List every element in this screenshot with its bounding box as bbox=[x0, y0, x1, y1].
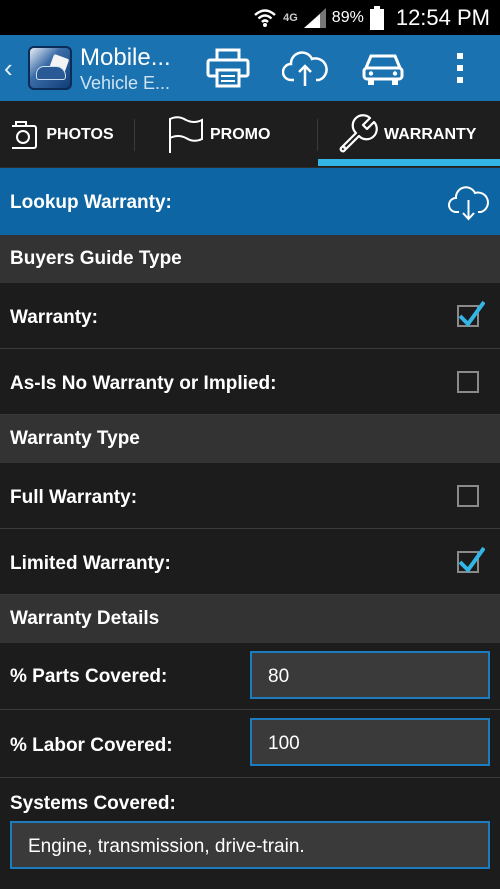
status-bar: 4G 89% 12:54 PM bbox=[0, 0, 500, 35]
parts-covered-value: 80 bbox=[268, 666, 290, 687]
overflow-menu-icon bbox=[457, 53, 463, 83]
print-icon bbox=[206, 48, 250, 88]
flag-icon bbox=[169, 115, 203, 153]
lookup-warranty-bar[interactable]: Lookup Warranty: bbox=[0, 168, 500, 235]
selected-tab-indicator bbox=[318, 159, 500, 166]
print-button[interactable] bbox=[200, 43, 256, 93]
labor-covered-label: % Labor Covered: bbox=[10, 735, 173, 756]
section-header-warranty-details: Warranty Details bbox=[0, 595, 500, 643]
parts-covered-input[interactable]: 80 bbox=[250, 651, 490, 699]
signal-icon bbox=[303, 7, 326, 28]
systems-covered-value: Engine, transmission, drive-train. bbox=[28, 836, 305, 857]
network-type: 4G bbox=[283, 11, 298, 24]
section-header-warranty-type: Warranty Type bbox=[0, 415, 500, 463]
section-header-buyers-guide: Buyers Guide Type bbox=[0, 235, 500, 283]
list-item-limited-warranty[interactable]: Limited Warranty: bbox=[0, 529, 500, 595]
as-is-label: As-Is No Warranty or Implied: bbox=[10, 373, 277, 394]
cloud-upload-icon bbox=[282, 51, 328, 86]
vehicle-button[interactable] bbox=[355, 43, 411, 93]
list-item-full-warranty[interactable]: Full Warranty: bbox=[0, 463, 500, 529]
tab-promo[interactable]: PROMO bbox=[164, 101, 314, 168]
full-warranty-checkbox[interactable] bbox=[457, 485, 479, 507]
clock: 12:54 PM bbox=[395, 4, 490, 30]
full-warranty-label: Full Warranty: bbox=[10, 487, 138, 508]
tab-warranty-label: WARRANTY bbox=[384, 125, 477, 143]
limited-warranty-checkbox[interactable] bbox=[457, 546, 485, 573]
checkmark-icon bbox=[458, 546, 485, 573]
lookup-warranty-label: Lookup Warranty: bbox=[10, 192, 172, 213]
upload-button[interactable] bbox=[277, 43, 333, 93]
battery-icon bbox=[369, 5, 384, 30]
list-item-warranty[interactable]: Warranty: bbox=[0, 283, 500, 349]
parts-covered-label: % Parts Covered: bbox=[10, 666, 168, 687]
tab-promo-label: PROMO bbox=[210, 125, 271, 143]
car-icon bbox=[362, 54, 404, 85]
as-is-checkbox[interactable] bbox=[457, 371, 479, 393]
warranty-checkbox[interactable] bbox=[457, 300, 485, 327]
list-item-as-is[interactable]: As-Is No Warranty or Implied: bbox=[0, 349, 500, 415]
cloud-download-icon[interactable] bbox=[448, 182, 490, 222]
overflow-menu-button[interactable] bbox=[432, 43, 488, 93]
labor-covered-input[interactable]: 100 bbox=[250, 718, 490, 766]
back-chevron-icon[interactable]: ‹ bbox=[4, 53, 13, 84]
warranty-label: Warranty: bbox=[10, 307, 98, 328]
wrench-icon bbox=[339, 113, 378, 152]
checkmark-icon bbox=[458, 300, 485, 327]
action-bar: ‹ Mobile... Vehicle E... bbox=[0, 35, 500, 101]
list-item-labor-covered: % Labor Covered: 100 bbox=[0, 710, 500, 778]
tab-photos[interactable]: PHOTOS bbox=[0, 101, 130, 168]
limited-warranty-label: Limited Warranty: bbox=[10, 553, 171, 574]
camera-icon bbox=[12, 120, 38, 149]
section-title: Warranty Details bbox=[10, 608, 160, 629]
tab-warranty[interactable]: WARRANTY bbox=[336, 101, 496, 168]
wifi-icon bbox=[254, 8, 276, 27]
app-logo-icon[interactable] bbox=[28, 46, 72, 90]
systems-covered-input[interactable]: Engine, transmission, drive-train. bbox=[10, 821, 490, 869]
app-title: Mobile... bbox=[80, 44, 171, 71]
battery-percent: 89% bbox=[331, 8, 364, 26]
systems-covered-label: Systems Covered: bbox=[10, 793, 176, 814]
labor-covered-value: 100 bbox=[268, 733, 300, 754]
section-title: Buyers Guide Type bbox=[10, 248, 182, 269]
tab-photos-label: PHOTOS bbox=[46, 125, 114, 143]
app-subtitle: Vehicle E... bbox=[80, 73, 171, 93]
tab-bar: PHOTOS PROMO WARRANTY bbox=[0, 101, 500, 168]
list-item-parts-covered: % Parts Covered: 80 bbox=[0, 643, 500, 710]
section-title: Warranty Type bbox=[10, 428, 140, 449]
